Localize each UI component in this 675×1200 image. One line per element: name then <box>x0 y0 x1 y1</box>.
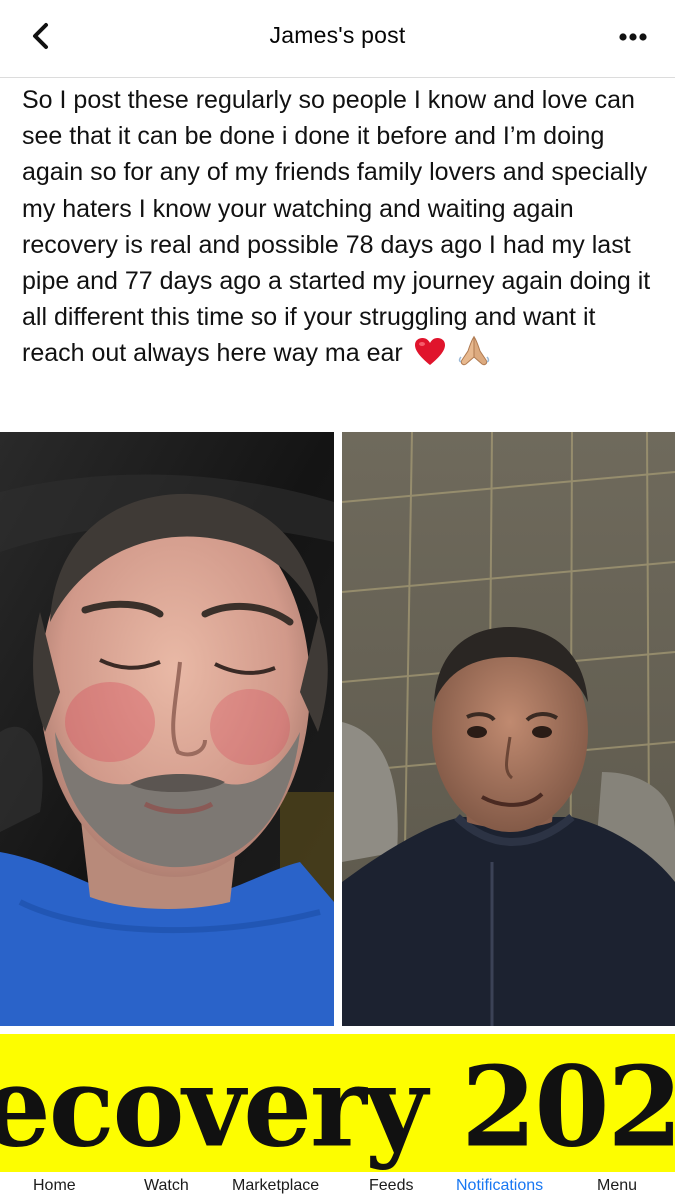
tab-marketplace[interactable]: Marketplace <box>232 1177 319 1195</box>
bottom-tab-bar: Home Watch Marketplace Feeds Notificatio… <box>0 1172 675 1200</box>
page-title: James's post <box>269 22 406 48</box>
post-header: James's post <box>0 0 675 78</box>
post-body: So I post these regularly so people I kn… <box>22 82 662 378</box>
more-horizontal-icon <box>619 33 647 41</box>
banner-text: ecovery 2022 <box>0 1043 675 1173</box>
tab-watch[interactable]: Watch <box>144 1177 189 1195</box>
red-heart-emoji <box>414 337 446 377</box>
recovery-banner: ecovery 2022 <box>0 1034 675 1176</box>
photo-image <box>0 432 334 1026</box>
after-photo[interactable] <box>342 432 675 1026</box>
tab-notifications[interactable]: Notifications <box>456 1177 543 1195</box>
tab-feeds[interactable]: Feeds <box>369 1177 413 1195</box>
more-options-button[interactable] <box>613 22 653 52</box>
post-text: So I post these regularly so people I kn… <box>22 86 651 368</box>
photo-image <box>342 432 675 1026</box>
tab-home[interactable]: Home <box>33 1177 76 1195</box>
tab-menu[interactable]: Menu <box>597 1177 637 1195</box>
before-photo[interactable] <box>0 432 334 1026</box>
folded-hands-emoji <box>457 335 491 377</box>
